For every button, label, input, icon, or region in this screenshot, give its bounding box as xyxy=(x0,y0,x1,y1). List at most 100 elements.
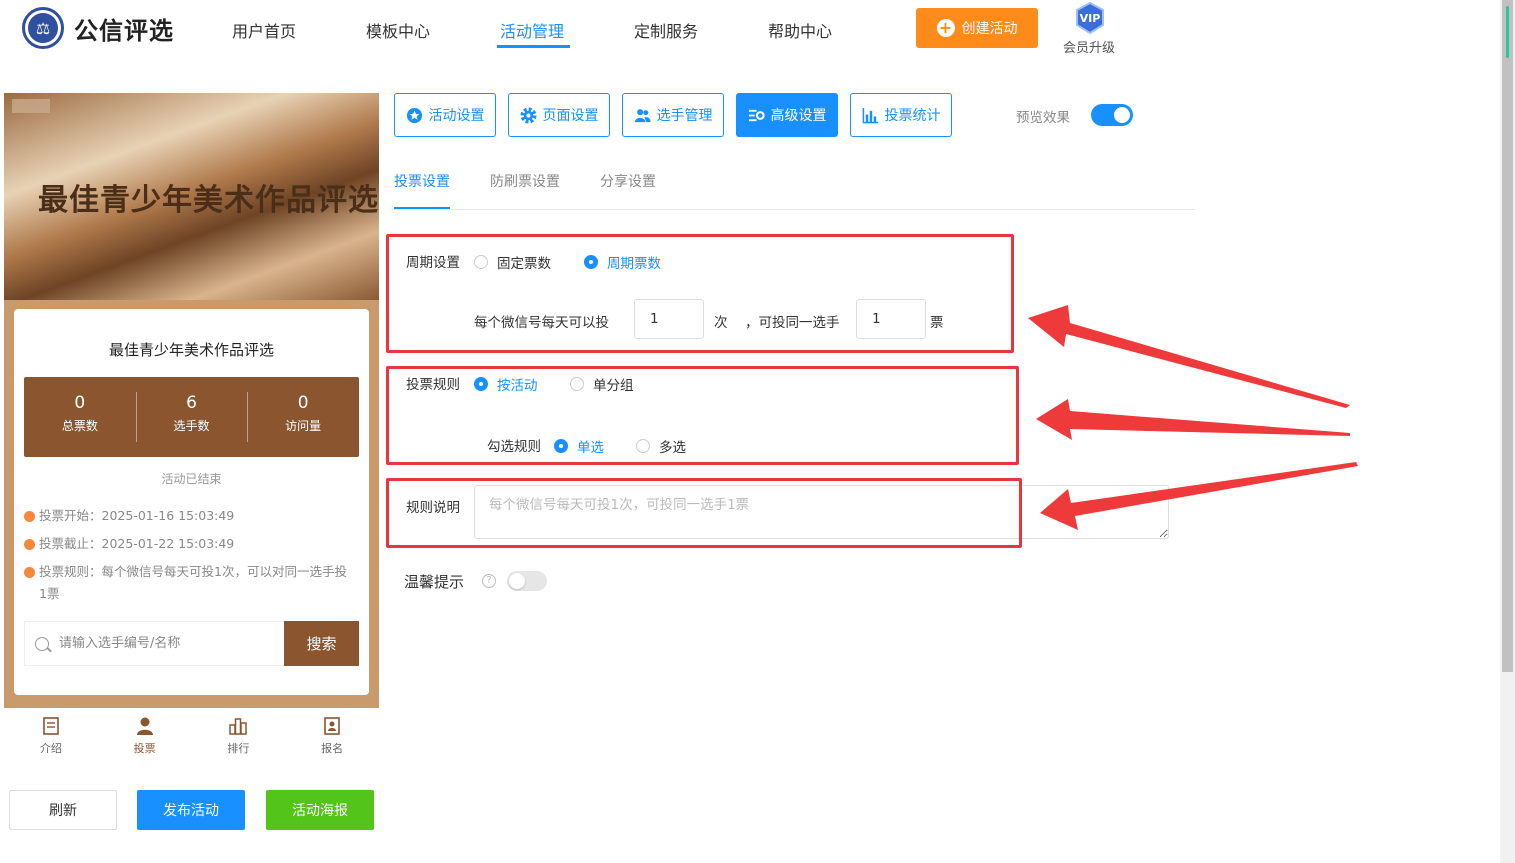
preview-effect-label: 预览效果 xyxy=(1016,110,1070,126)
activity-info-card: 最佳青少年美术作品评选 0 总票数 6 选手数 0 访问量 活动已结束 投票开始… xyxy=(14,309,369,695)
radio-single-choice[interactable]: 单选 xyxy=(554,436,604,456)
page-scrollbar-thumb[interactable] xyxy=(1502,0,1513,672)
vote-rule-label: 投票规则 xyxy=(406,377,460,393)
gear-icon xyxy=(519,106,537,124)
vip-badge-text: VIP xyxy=(1080,12,1101,25)
contestant-search-input[interactable] xyxy=(59,636,269,651)
preview-tabbar: 介绍 投票 排行 报名 xyxy=(4,708,379,764)
stat-visits: 0 访问量 xyxy=(247,377,359,457)
vote-start-text: 投票开始：2025-01-16 15:03:49 xyxy=(39,508,235,523)
radio-circle-icon xyxy=(570,377,584,391)
vote-rule-text: 投票规则：每个微信号每天可投1次，可以对同一选手投1票 xyxy=(39,564,347,601)
nav-template-center[interactable]: 模板中心 xyxy=(366,18,430,42)
search-icon xyxy=(35,636,49,651)
tab-activity-settings[interactable]: 活动设置 xyxy=(394,93,496,137)
tab-contestant-management[interactable]: 选手管理 xyxy=(622,93,724,137)
cycle-sentence-prefix: 每个微信号每天可以投 xyxy=(474,315,609,331)
subtab-divider xyxy=(394,209,1195,210)
tab-vote-statistics[interactable]: 投票统计 xyxy=(850,93,952,137)
tabbar-item-intro[interactable]: 介绍 xyxy=(4,708,98,764)
stat-value: 6 xyxy=(186,393,197,413)
brand-name[interactable]: 公信评选 xyxy=(74,11,174,46)
warm-tip-toggle[interactable] xyxy=(507,571,547,591)
mobile-preview: 最佳青少年美术作品评选 最佳青少年美术作品评选 0 总票数 6 选手数 0 访问… xyxy=(4,93,379,713)
nav-active-underline xyxy=(497,45,570,48)
stats-panel: 0 总票数 6 选手数 0 访问量 xyxy=(24,377,359,457)
cycle-sentence-mid: ，可投同一选手 xyxy=(745,315,840,331)
activity-poster-button[interactable]: 活动海报 xyxy=(266,790,374,830)
scroll-accent-bar xyxy=(1506,6,1509,58)
create-activity-label: 创建活动 xyxy=(961,21,1018,37)
nav-custom-service[interactable]: 定制服务 xyxy=(634,18,698,42)
tab-label: 选手管理 xyxy=(656,108,713,124)
tabbar-label: 排行 xyxy=(227,742,250,755)
ranking-icon xyxy=(229,718,248,735)
logo-icon[interactable]: ⚖ xyxy=(22,7,64,49)
document-icon xyxy=(43,717,59,735)
radio-single-group[interactable]: 单分组 xyxy=(570,374,634,394)
cycle-settings-label: 周期设置 xyxy=(406,255,460,271)
tabbar-label: 投票 xyxy=(133,742,156,755)
radio-fixed-votes[interactable]: 固定票数 xyxy=(474,252,551,272)
star-circle-icon xyxy=(406,107,422,123)
highlight-box-description xyxy=(386,478,1022,548)
tab-label: 活动设置 xyxy=(428,108,485,124)
preview-effect-toggle[interactable] xyxy=(1091,104,1133,126)
refresh-button[interactable]: 刷新 xyxy=(9,790,117,830)
vip-badge-icon[interactable]: VIP xyxy=(1073,2,1107,34)
rule-description-label: 规则说明 xyxy=(406,500,460,516)
radio-cycle-votes[interactable]: 周期票数 xyxy=(584,252,661,272)
activity-banner: 最佳青少年美术作品评选 xyxy=(4,93,379,300)
radio-circle-icon xyxy=(584,255,598,269)
radio-label: 多选 xyxy=(659,440,686,456)
stat-value: 0 xyxy=(297,393,309,413)
nav-activity-management[interactable]: 活动管理 xyxy=(500,18,564,42)
tab-label: 高级设置 xyxy=(770,108,827,124)
arrow-to-cycle xyxy=(1028,305,1350,408)
nav-help-center[interactable]: 帮助中心 xyxy=(768,18,832,42)
votes-per-contestant-input[interactable] xyxy=(856,299,926,339)
tab-label: 页面设置 xyxy=(542,108,599,124)
info-icon xyxy=(24,567,35,578)
activity-status: 活动已结束 xyxy=(161,472,222,486)
times-per-day-input[interactable] xyxy=(634,299,704,339)
stat-label: 总票数 xyxy=(61,419,98,433)
member-upgrade-link[interactable]: 会员升级 xyxy=(1063,37,1115,56)
publish-activity-button[interactable]: 发布活动 xyxy=(137,790,245,830)
radio-label: 周期票数 xyxy=(607,256,661,272)
stat-total-votes: 0 总票数 xyxy=(24,377,136,457)
subtab-anti-fraud-settings[interactable]: 防刷票设置 xyxy=(490,171,560,191)
top-header: ⚖ 公信评选 用户首页 模板中心 活动管理 定制服务 帮助中心 + 创建活动 V… xyxy=(0,0,1500,58)
vote-end-text: 投票截止：2025-01-22 15:03:49 xyxy=(39,536,235,551)
plus-circle-icon: + xyxy=(936,19,955,37)
stat-label: 访问量 xyxy=(285,419,322,433)
search-button[interactable]: 搜索 xyxy=(284,621,359,666)
vote-rule-row: 投票规则：每个微信号每天可投1次，可以对同一选手投1票 xyxy=(24,561,351,605)
radio-multiple-choice[interactable]: 多选 xyxy=(636,436,686,456)
bar-chart-icon xyxy=(862,107,878,123)
votes-unit: 票 xyxy=(930,315,944,331)
banner-tag xyxy=(12,99,50,113)
radio-by-activity[interactable]: 按活动 xyxy=(474,374,538,394)
tabbar-item-vote[interactable]: 投票 xyxy=(98,708,192,764)
nav-user-home[interactable]: 用户首页 xyxy=(232,18,296,42)
question-circle-icon[interactable]: ? xyxy=(482,574,496,588)
create-activity-button[interactable]: + 创建活动 xyxy=(916,8,1038,48)
tabbar-item-signup[interactable]: 报名 xyxy=(285,708,379,764)
stat-label: 选手数 xyxy=(173,419,210,433)
tab-page-settings[interactable]: 页面设置 xyxy=(508,93,610,137)
tabbar-label: 报名 xyxy=(321,742,344,755)
tabbar-item-ranking[interactable]: 排行 xyxy=(192,708,286,764)
radio-label: 固定票数 xyxy=(497,256,551,272)
radio-label: 单分组 xyxy=(593,378,634,394)
subtab-share-settings[interactable]: 分享设置 xyxy=(600,171,656,191)
subtab-vote-settings[interactable]: 投票设置 xyxy=(394,171,450,191)
settings-sliders-icon xyxy=(748,109,765,121)
banner-title: 最佳青少年美术作品评选 xyxy=(38,183,379,218)
stat-value: 0 xyxy=(74,393,86,413)
tab-advanced-settings[interactable]: 高级设置 xyxy=(736,93,838,137)
radio-circle-icon xyxy=(636,439,650,453)
clock-icon xyxy=(24,511,35,522)
radio-circle-icon xyxy=(554,439,568,453)
vote-start-row: 投票开始：2025-01-16 15:03:49 xyxy=(24,505,351,527)
